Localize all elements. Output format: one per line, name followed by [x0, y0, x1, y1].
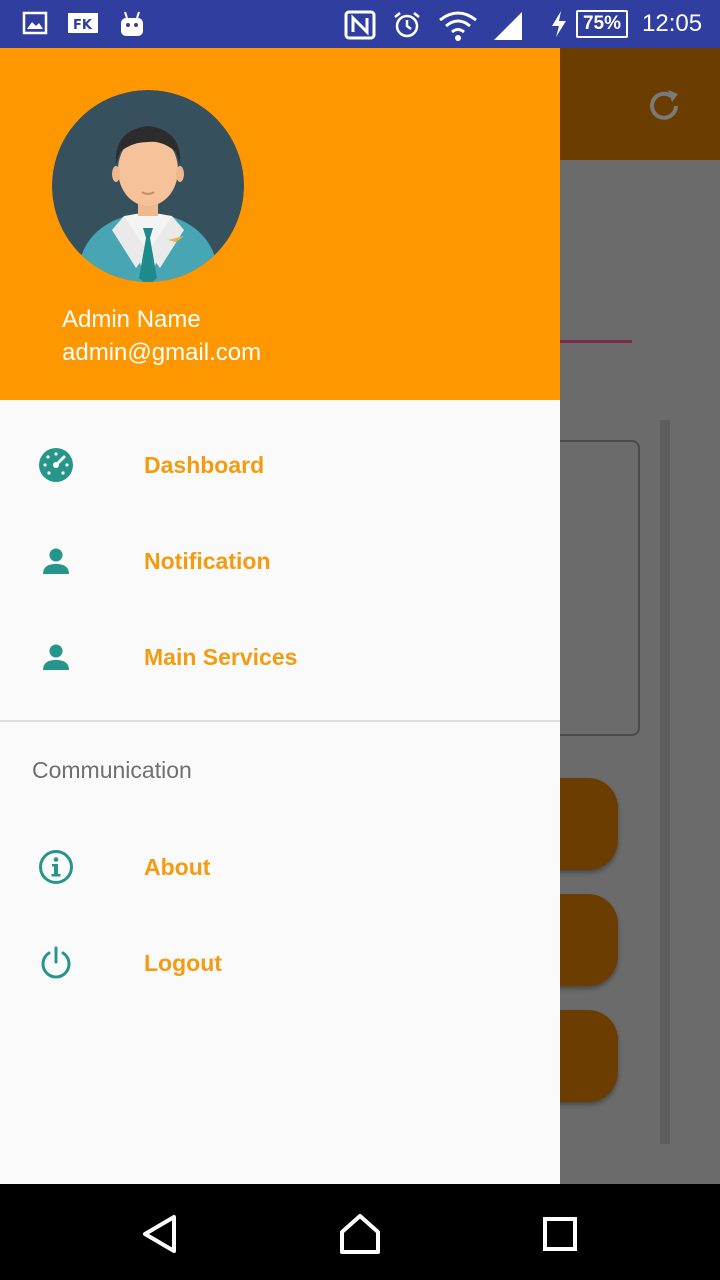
fk-app-icon: FK — [68, 13, 98, 33]
back-icon[interactable] — [138, 1212, 182, 1256]
status-bar: FK 75% 12:05 — [0, 0, 720, 48]
signal-icon — [494, 12, 522, 40]
nfc-icon — [344, 10, 376, 40]
menu-item-logout[interactable]: Logout — [0, 915, 560, 1011]
info-icon — [39, 850, 73, 884]
battery-icon: 75% — [576, 10, 628, 38]
charging-icon — [552, 11, 566, 37]
system-nav-bar — [0, 1184, 720, 1280]
refresh-icon[interactable] — [644, 86, 684, 126]
scrollbar[interactable] — [660, 420, 670, 1144]
navigation-drawer: Admin Name admin@gmail.com Dashboard Not… — [0, 48, 560, 1184]
dashboard-icon — [39, 448, 73, 482]
person-icon — [43, 548, 69, 574]
menu-item-dashboard[interactable]: Dashboard — [0, 417, 560, 513]
person-icon — [43, 644, 69, 670]
android-icon — [121, 11, 143, 36]
underline-divider — [560, 340, 632, 343]
wifi-icon — [439, 11, 477, 41]
drawer-header: Admin Name admin@gmail.com — [0, 48, 560, 400]
menu-item-notification[interactable]: Notification — [0, 513, 560, 609]
home-icon[interactable] — [338, 1212, 382, 1256]
menu-item-about[interactable]: About — [0, 819, 560, 915]
avatar[interactable] — [52, 90, 244, 282]
power-icon — [41, 946, 71, 979]
clock: 12:05 — [642, 10, 703, 37]
profile-email: admin@gmail.com — [62, 339, 262, 366]
svg-text:FK: FK — [73, 18, 93, 33]
menu-item-main-services[interactable]: Main Services — [0, 609, 560, 705]
section-header-communication: Communication — [32, 757, 192, 783]
menu-label-logout: Logout — [144, 950, 222, 976]
battery-level: 75% — [582, 13, 622, 34]
menu-label-notification: Notification — [144, 548, 271, 574]
menu-label-main-services: Main Services — [144, 644, 298, 670]
gallery-icon — [22, 11, 48, 35]
recents-icon[interactable] — [538, 1212, 582, 1256]
menu-label-about: About — [144, 854, 211, 880]
menu-label-dashboard: Dashboard — [144, 452, 265, 478]
menu-divider — [0, 720, 560, 722]
alarm-icon — [394, 12, 420, 38]
profile-name: Admin Name — [62, 306, 201, 333]
